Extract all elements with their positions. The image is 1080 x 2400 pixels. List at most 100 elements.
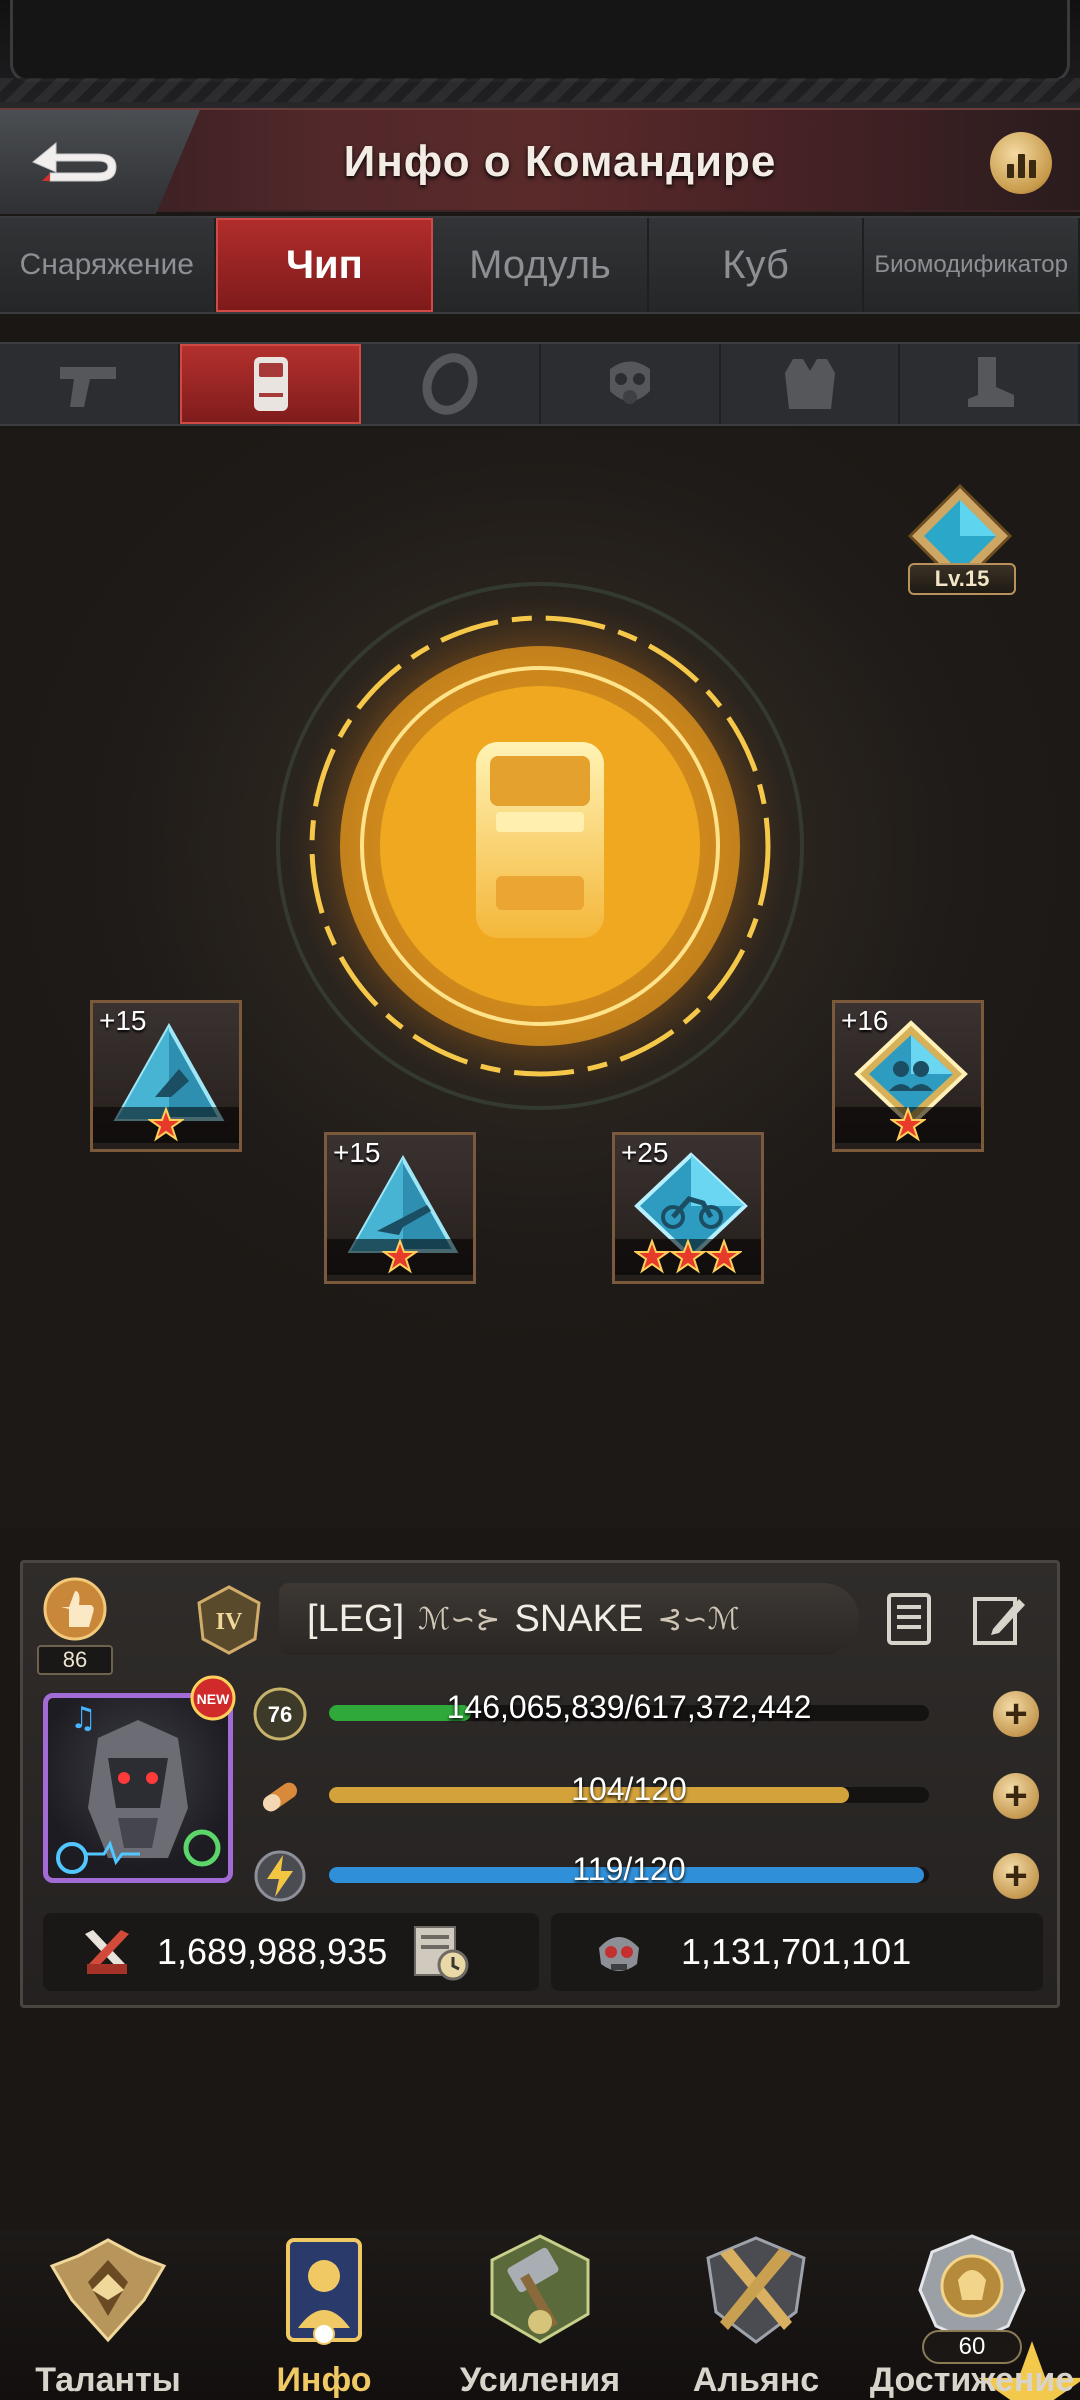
chip-enhance-level: +15: [99, 1005, 147, 1036]
stats-button[interactable]: [990, 132, 1052, 194]
rank-badge-icon[interactable]: IV: [193, 1583, 265, 1655]
add-energy-button[interactable]: +: [993, 1853, 1039, 1899]
nav-alliance[interactable]: Альянс: [648, 2230, 864, 2400]
chip-slot-4[interactable]: +16: [832, 1000, 984, 1152]
boot-icon: [968, 357, 1015, 407]
svg-text:76: 76: [268, 1702, 292, 1727]
svg-text:NEW: NEW: [197, 1691, 230, 1707]
chip-slot-icon: [253, 357, 288, 411]
star-icon: [890, 1107, 926, 1142]
avatar[interactable]: ♫: [43, 1693, 233, 1883]
top-frame-border: [10, 0, 1070, 82]
stamina-value: 104/120: [571, 1771, 687, 1807]
power-history-icon[interactable]: [409, 1921, 471, 1983]
new-badge: NEW: [190, 1675, 236, 1721]
name-decoration-right: ⊰∽ℳ: [657, 1602, 740, 1636]
back-button[interactable]: [0, 110, 200, 214]
chip-stars: [615, 1239, 761, 1275]
power-box: 1,689,988,935: [43, 1913, 539, 1991]
skull-mask-icon: [599, 1937, 639, 1971]
tab-chip[interactable]: Чип: [215, 218, 434, 312]
nav-boosts-label: Усиления: [459, 2361, 621, 2399]
chip-slot-2[interactable]: +15: [324, 1132, 476, 1284]
energy-value: 119/120: [572, 1851, 686, 1887]
alliance-tag: [LEG]: [307, 1597, 405, 1640]
chip-core[interactable]: [270, 576, 810, 1116]
chip-enhance-level: +15: [333, 1137, 381, 1168]
title-bar: Инфо о Командире: [0, 108, 1080, 214]
robot-avatar-icon: ♫: [56, 1701, 221, 1874]
achievement-points-badge: 60: [922, 2330, 1080, 2400]
chip-slot-1[interactable]: +15: [90, 1000, 242, 1152]
edit-icon[interactable]: [969, 1589, 1029, 1649]
slot-weapon[interactable]: [0, 344, 180, 424]
xp-value: 146,065,839/617,372,442: [446, 1689, 812, 1725]
total-power: 1,689,988,935: [157, 1931, 388, 1972]
slot-boots[interactable]: [900, 344, 1080, 424]
kills-box: 1,131,701,101: [551, 1913, 1043, 1991]
energy-icon: [254, 1850, 306, 1902]
chip-stars: [835, 1107, 981, 1143]
commander-power-level: 86: [37, 1645, 113, 1675]
chip-stars: [327, 1239, 473, 1275]
back-arrow-icon: [32, 141, 117, 182]
commander-name: SNAKE: [514, 1597, 644, 1640]
alliance-icon: [706, 2236, 806, 2344]
thumbs-up-icon[interactable]: [37, 1577, 113, 1641]
chip-stars: [93, 1107, 239, 1143]
level-icon: 76: [253, 1687, 307, 1741]
ring-icon: [422, 353, 478, 415]
chip-enhance-level: +16: [841, 1005, 889, 1036]
nav-alliance-label: Альянс: [692, 2361, 820, 2399]
nav-talents-label: Таланты: [35, 2361, 181, 2399]
chip-slot-3[interactable]: +25: [612, 1132, 764, 1284]
list-icon[interactable]: [881, 1589, 941, 1649]
pistol-icon: [59, 367, 116, 407]
stamina-row: 104/120 +: [251, 1767, 1041, 1825]
nav-boosts[interactable]: Усиления: [432, 2230, 648, 2400]
star-icon: [634, 1239, 670, 1274]
chip-level-badge[interactable]: [900, 480, 1020, 620]
top-frame: [0, 0, 1080, 110]
add-xp-button[interactable]: +: [993, 1691, 1039, 1737]
slot-armor[interactable]: [721, 344, 901, 424]
slot-mask[interactable]: [541, 344, 721, 424]
tab-module[interactable]: Модуль: [433, 218, 649, 312]
nav-achievement-label: Достижение: [869, 2361, 1075, 2399]
chip-stage: Lv.15 +15 +15 +25 +16: [0, 428, 1080, 1528]
name-decoration-left: ℳ∽⊱: [418, 1602, 501, 1636]
chip-level-label: Lv.15: [908, 563, 1016, 595]
rank-label: IV: [216, 1609, 243, 1635]
energy-row: 119/120 +: [251, 1847, 1041, 1905]
level-xp-row: 76 146,065,839/617,372,442 +: [251, 1685, 1041, 1743]
gas-mask-icon: [609, 361, 650, 404]
slot-ring[interactable]: [361, 344, 542, 424]
bottom-nav: Таланты Инфо Усиления Альянс 60 Достижен…: [0, 2230, 1080, 2400]
nav-talents[interactable]: Таланты: [0, 2230, 216, 2400]
stamina-icon: [262, 1782, 298, 1812]
crossed-swords-icon: [85, 1930, 129, 1974]
stats-icon: [1006, 164, 1014, 178]
armor-vest-icon: [784, 359, 835, 409]
nav-info-label: Инфо: [276, 2361, 372, 2399]
svg-text:♫: ♫: [70, 1701, 97, 1736]
chip-enhance-level: +25: [621, 1137, 669, 1168]
talents-icon: [49, 2238, 167, 2343]
nav-info[interactable]: Инфо: [216, 2230, 432, 2400]
tab-cube[interactable]: Куб: [648, 218, 865, 312]
tab-equipment[interactable]: Снаряжение: [0, 218, 216, 312]
star-icon: [148, 1107, 184, 1142]
page-title: Инфо о Командире: [343, 137, 777, 186]
add-stamina-button[interactable]: +: [993, 1773, 1039, 1819]
star-icon: [382, 1239, 418, 1274]
star-icon: [670, 1239, 706, 1274]
commander-name-bar: [LEG] ℳ∽⊱ SNAKE ⊰∽ℳ: [279, 1583, 859, 1655]
commander-panel: 86 IV [LEG] ℳ∽⊱ SNAKE ⊰∽ℳ ♫ NEW 76 146,0…: [20, 1560, 1060, 2008]
slot-chip[interactable]: [179, 344, 362, 424]
tab-bar: Снаряжение Чип Модуль Куб Биомодификатор: [0, 216, 1080, 314]
total-kills: 1,131,701,101: [681, 1931, 912, 1972]
tab-biomodifier[interactable]: Биомодификатор: [864, 218, 1080, 312]
nav-achievement[interactable]: 60 Достижение: [864, 2230, 1080, 2400]
info-icon: [286, 2238, 362, 2345]
top-hatch: [0, 78, 1080, 102]
